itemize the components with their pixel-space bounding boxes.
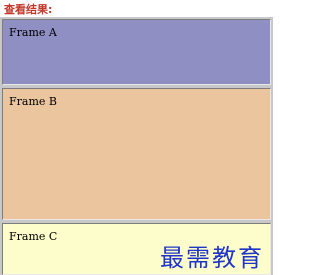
frame-c: Frame C 最需教育 bbox=[2, 223, 271, 275]
frame-a: Frame A bbox=[2, 19, 271, 85]
result-title: 查看结果: bbox=[4, 3, 53, 16]
page: 查看结果: Frame A Frame B Frame C 最需教育 bbox=[0, 0, 273, 275]
frame-b-label: Frame B bbox=[9, 95, 57, 108]
frame-b: Frame B bbox=[2, 88, 271, 220]
frameset: Frame A Frame B Frame C 最需教育 bbox=[0, 17, 273, 275]
watermark-text: 最需教育 bbox=[160, 244, 264, 272]
frame-c-label: Frame C bbox=[9, 230, 58, 243]
frame-a-label: Frame A bbox=[9, 26, 57, 39]
